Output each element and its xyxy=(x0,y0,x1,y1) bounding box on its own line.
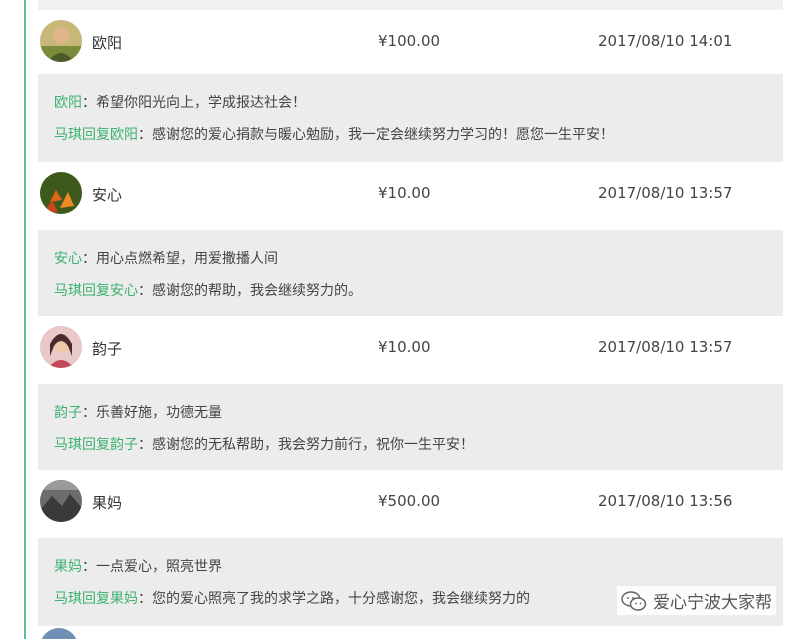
donor-message: 安心：用心点燃希望，用爱撒播人间 xyxy=(54,248,278,268)
donation-amount: ¥10.00 xyxy=(378,338,431,356)
avatar[interactable] xyxy=(40,480,82,522)
message-separator: ： xyxy=(82,559,96,575)
donation-list-page: 欧阳 ¥100.00 2017/08/10 14:01 欧阳：希望你阳光向上，学… xyxy=(0,0,800,639)
donation-time: 2017/08/10 13:57 xyxy=(598,338,733,356)
donation-amount: ¥10.00 xyxy=(378,184,431,202)
reply-target[interactable]: 果妈 xyxy=(110,591,138,607)
message-author[interactable]: 安心 xyxy=(54,251,82,267)
avatar-man-photo-icon xyxy=(40,20,82,62)
reply-target[interactable]: 欧阳 xyxy=(110,127,138,143)
message-separator: ： xyxy=(82,251,96,267)
donation-amount: ¥100.00 xyxy=(378,32,441,50)
message-box: 安心：用心点燃希望，用爱撒播人间 马琪回复安心：感谢您的帮助，我会继续努力的。 xyxy=(38,230,783,318)
timeline-rule xyxy=(24,0,26,639)
reply-separator: ： xyxy=(138,127,152,143)
donor-message: 果妈：一点爱心，照亮世界 xyxy=(54,556,222,576)
avatar[interactable] xyxy=(40,20,82,62)
reply-separator: ： xyxy=(138,591,152,607)
message-text: 乐善好施，功德无量 xyxy=(96,405,222,421)
reply-message: 马琪回复安心：感谢您的帮助，我会继续努力的。 xyxy=(54,280,362,300)
donation-amount: ¥500.00 xyxy=(378,492,441,510)
watermark: 爱心宁波大家帮 xyxy=(617,586,776,615)
reply-word: 回复 xyxy=(82,437,110,453)
reply-author[interactable]: 马琪 xyxy=(54,591,82,607)
avatar-woman-photo-icon xyxy=(40,326,82,368)
message-author[interactable]: 果妈 xyxy=(54,559,82,575)
reply-word: 回复 xyxy=(82,283,110,299)
donation-row: 欧阳 ¥100.00 2017/08/10 14:01 xyxy=(38,10,783,74)
avatar[interactable] xyxy=(40,172,82,214)
reply-text: 感谢您的爱心捐款与暖心勉励，我一定会继续努力学习的！愿您一生平安！ xyxy=(152,127,614,143)
reply-author[interactable]: 马琪 xyxy=(54,283,82,299)
reply-word: 回复 xyxy=(82,127,110,143)
wechat-icon xyxy=(621,590,647,611)
previous-message-box xyxy=(38,0,783,10)
message-author[interactable]: 欧阳 xyxy=(54,95,82,111)
message-separator: ： xyxy=(82,405,96,421)
reply-separator: ： xyxy=(138,437,152,453)
donation-time: 2017/08/10 13:56 xyxy=(598,492,733,510)
donor-name: 韵子 xyxy=(92,340,123,358)
donation-row: 韵子 ¥10.00 2017/08/10 13:57 xyxy=(38,316,783,380)
message-separator: ： xyxy=(82,95,96,111)
next-avatar xyxy=(40,628,78,639)
message-box: 欧阳：希望你阳光向上，学成报达社会！ 马琪回复欧阳：感谢您的爱心捐款与暖心勉励，… xyxy=(38,74,783,162)
donor-name: 安心 xyxy=(92,186,123,204)
donor-message: 欧阳：希望你阳光向上，学成报达社会！ xyxy=(54,92,306,112)
reply-author[interactable]: 马琪 xyxy=(54,127,82,143)
message-text: 一点爱心，照亮世界 xyxy=(96,559,222,575)
avatar-landscape-photo-icon xyxy=(40,480,82,522)
reply-target[interactable]: 韵子 xyxy=(110,437,138,453)
reply-text: 感谢您的帮助，我会继续努力的。 xyxy=(152,283,362,299)
reply-author[interactable]: 马琪 xyxy=(54,437,82,453)
reply-word: 回复 xyxy=(82,591,110,607)
avatar[interactable] xyxy=(40,326,82,368)
reply-separator: ： xyxy=(138,283,152,299)
donor-message: 韵子：乐善好施，功德无量 xyxy=(54,402,222,422)
donation-row: 安心 ¥10.00 2017/08/10 13:57 xyxy=(38,162,783,226)
donor-name: 果妈 xyxy=(92,494,123,512)
message-text: 用心点燃希望，用爱撒播人间 xyxy=(96,251,278,267)
donation-row: 果妈 ¥500.00 2017/08/10 13:56 xyxy=(38,470,783,534)
message-box: 韵子：乐善好施，功德无量 马琪回复韵子：感谢您的无私帮助，我会努力前行，祝你一生… xyxy=(38,384,783,472)
message-text: 希望你阳光向上，学成报达社会！ xyxy=(96,95,306,111)
avatar-autumn-leaves-icon xyxy=(40,172,82,214)
donation-time: 2017/08/10 13:57 xyxy=(598,184,733,202)
reply-target[interactable]: 安心 xyxy=(110,283,138,299)
donor-name: 欧阳 xyxy=(92,34,123,52)
reply-text: 感谢您的无私帮助，我会努力前行，祝你一生平安！ xyxy=(152,437,474,453)
reply-message: 马琪回复果妈：您的爱心照亮了我的求学之路，十分感谢您，我会继续努力的 xyxy=(54,588,530,608)
reply-message: 马琪回复欧阳：感谢您的爱心捐款与暖心勉励，我一定会继续努力学习的！愿您一生平安！ xyxy=(54,124,614,144)
message-author[interactable]: 韵子 xyxy=(54,405,82,421)
watermark-text: 爱心宁波大家帮 xyxy=(653,593,772,613)
donation-time: 2017/08/10 14:01 xyxy=(598,32,733,50)
reply-text: 您的爱心照亮了我的求学之路，十分感谢您，我会继续努力的 xyxy=(152,591,530,607)
reply-message: 马琪回复韵子：感谢您的无私帮助，我会努力前行，祝你一生平安！ xyxy=(54,434,474,454)
